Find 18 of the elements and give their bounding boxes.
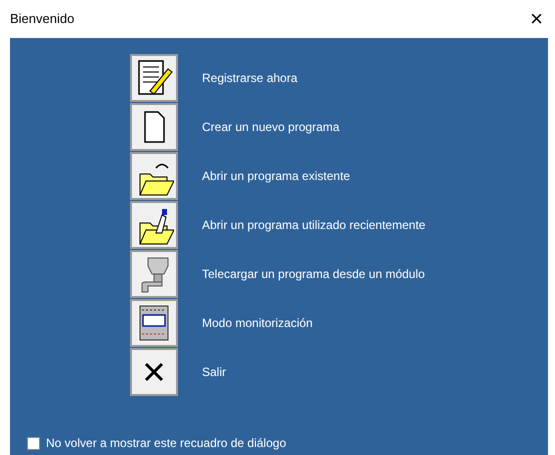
action-button[interactable] <box>130 299 178 347</box>
action-button[interactable] <box>130 152 178 200</box>
action-label[interactable]: Abrir un programa utilizado recientemente <box>202 216 426 234</box>
action-button[interactable] <box>130 201 178 249</box>
action-label[interactable]: Telecargar un programa desde un módulo <box>202 265 425 283</box>
action-label[interactable]: Registrarse ahora <box>202 69 298 87</box>
action-label[interactable]: Salir <box>202 363 226 381</box>
action-label[interactable]: Abrir un programa existente <box>202 167 350 185</box>
checkbox-label: No volver a mostrar este recuadro de diálogo <box>46 435 286 452</box>
action-button[interactable] <box>130 54 178 102</box>
action-button[interactable] <box>130 348 178 396</box>
action-label[interactable]: Modo monitorización <box>202 314 313 332</box>
action-label[interactable]: Crear un nuevo programa <box>202 118 340 136</box>
close-button[interactable]: × <box>522 8 551 30</box>
action-button[interactable] <box>130 103 178 151</box>
action-button[interactable] <box>130 250 178 298</box>
checkbox[interactable] <box>27 436 40 450</box>
window-title: Bienvenido <box>10 10 74 28</box>
